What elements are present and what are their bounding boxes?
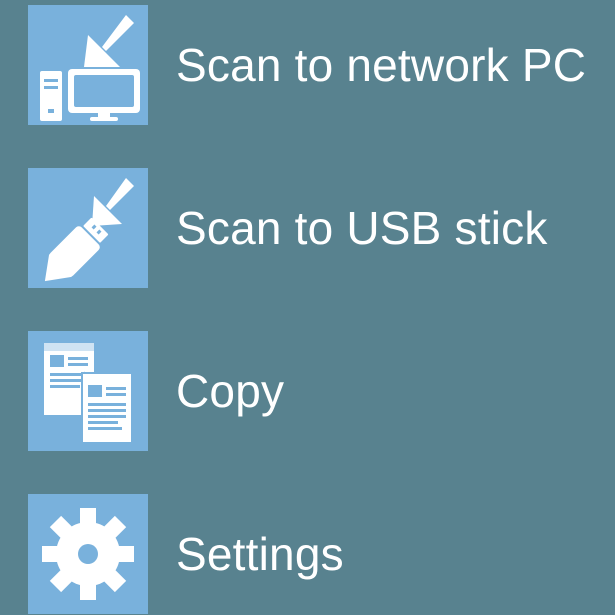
menu-item-scan-to-usb-stick[interactable]: Scan to USB stick [28,167,608,289]
menu-item-settings[interactable]: Settings [28,493,608,615]
menu-item-scan-to-network-pc[interactable]: Scan to network PC [28,4,608,126]
menu-item-label: Scan to USB stick [176,202,548,254]
scan-to-usb-icon [28,168,148,288]
menu-item-copy[interactable]: Copy [28,330,608,452]
gear-icon [28,494,148,614]
scan-to-pc-icon [28,5,148,125]
main-menu: Scan to network PC Scan to USB stick Cop… [0,0,615,615]
menu-item-label: Settings [176,528,344,580]
copy-documents-icon [28,331,148,451]
menu-item-label: Copy [176,365,285,417]
menu-item-label: Scan to network PC [176,39,587,91]
